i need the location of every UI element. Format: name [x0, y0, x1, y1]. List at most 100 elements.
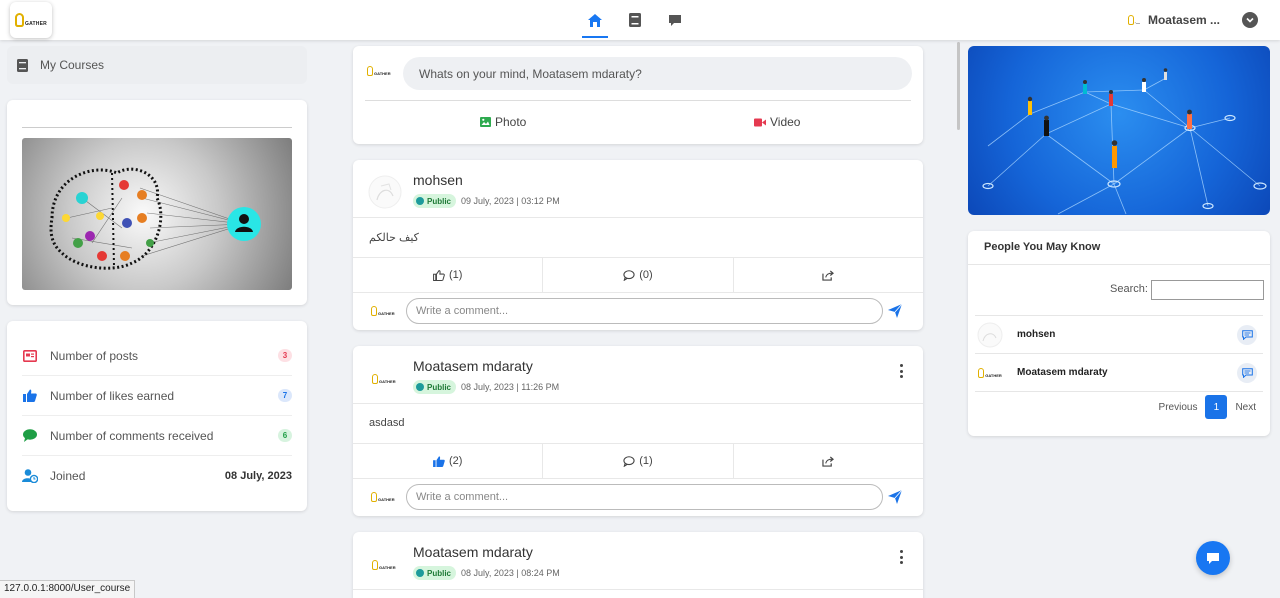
post-body: كيف حالكم	[369, 232, 419, 244]
comments-count-badge: 6	[278, 429, 292, 442]
thumbs-up-icon	[433, 455, 445, 467]
divider	[353, 217, 923, 218]
profile-cover-card	[7, 100, 307, 305]
my-courses-label: My Courses	[40, 58, 105, 72]
post-card: mohsen Public 09 July, 2023 | 03:12 PM ك…	[353, 160, 923, 330]
user-avatar: ·—	[1127, 15, 1140, 25]
photo-label: Photo	[495, 115, 527, 129]
joined-date: 08 July, 2023	[224, 470, 292, 482]
post-date: 09 July, 2023 | 03:12 PM	[461, 196, 560, 206]
message-icon[interactable]	[1237, 362, 1257, 383]
post-author[interactable]: mohsen	[413, 172, 463, 188]
composer-input[interactable]: Whats on your mind, Moatasem mdaraty?	[403, 57, 912, 90]
divider	[975, 391, 1263, 392]
comment-button[interactable]: (0)	[543, 258, 734, 292]
more-options-icon[interactable]	[897, 550, 905, 564]
visibility-badge: Public	[413, 194, 457, 208]
chevron-down-icon[interactable]	[1242, 12, 1258, 28]
post-actions: (2) (1)	[353, 444, 923, 478]
visibility-label: Public	[427, 196, 452, 206]
pagination: Previous 1 Next	[1159, 395, 1256, 419]
message-icon[interactable]	[1237, 324, 1257, 345]
newspaper-icon	[22, 348, 38, 364]
visibility-badge: Public	[413, 566, 457, 580]
nav-home[interactable]	[580, 0, 610, 40]
like-count: (1)	[448, 269, 463, 281]
divider	[968, 264, 1270, 265]
next-button[interactable]: Next	[1235, 402, 1256, 413]
user-name: Moatasem ...	[1147, 13, 1220, 27]
video-label: Video	[770, 115, 801, 129]
gather-logo: GATHER	[372, 374, 396, 384]
divider	[353, 589, 923, 590]
send-icon[interactable]	[887, 489, 903, 505]
comment-input[interactable]: Write a comment...	[406, 298, 883, 324]
comment-row: GATHER Write a comment...	[353, 479, 923, 515]
globe-icon	[416, 569, 424, 577]
author-avatar[interactable]	[367, 174, 403, 210]
share-button[interactable]	[734, 444, 923, 478]
user-clock-icon	[22, 468, 38, 484]
person-name[interactable]: mohsen	[1017, 329, 1237, 340]
gather-logo: GATHER	[372, 560, 396, 570]
stat-posts: Number of posts 3	[22, 336, 292, 376]
avatar: GATHER	[977, 360, 1003, 386]
comment-count: (0)	[639, 269, 653, 281]
my-courses-link[interactable]: My Courses	[7, 46, 307, 84]
network-brain-image	[22, 138, 292, 290]
list-item[interactable]: mohsen	[975, 315, 1263, 353]
post-composer: GATHER Whats on your mind, Moatasem mdar…	[353, 46, 923, 144]
visibility-label: Public	[427, 568, 452, 578]
post-date: 08 July, 2023 | 08:24 PM	[461, 568, 560, 578]
top-navbar: GATHER ·— Moatasem ...	[0, 0, 1280, 40]
video-button[interactable]: Video	[754, 115, 800, 129]
stat-label: Number of comments received	[50, 428, 214, 443]
user-menu[interactable]: ·— Moatasem ...	[1127, 0, 1258, 40]
chat-button[interactable]	[1196, 541, 1230, 575]
more-options-icon[interactable]	[897, 364, 905, 378]
share-button[interactable]	[734, 258, 923, 292]
list-item[interactable]: GATHER Moatasem mdaraty	[975, 353, 1263, 391]
stat-label: Number of posts	[50, 348, 139, 363]
section-title: People You May Know	[984, 241, 1101, 253]
bulb-icon	[15, 13, 25, 27]
nav-courses[interactable]	[620, 0, 650, 40]
comment-button[interactable]: (1)	[543, 444, 734, 478]
author-avatar[interactable]: GATHER	[367, 360, 403, 396]
page-1-button[interactable]: 1	[1205, 395, 1228, 419]
share-icon	[822, 455, 835, 467]
stat-label: Number of likes earned	[50, 388, 175, 403]
post-actions: (1) (0)	[353, 258, 923, 292]
chat-icon	[669, 14, 681, 26]
visibility-badge: Public	[413, 380, 457, 394]
post-meta: Public 08 July, 2023 | 11:26 PM	[413, 380, 559, 394]
comment-input[interactable]: Write a comment...	[406, 484, 883, 510]
video-icon	[754, 118, 766, 126]
send-icon[interactable]	[887, 303, 903, 319]
photo-button[interactable]: Photo	[480, 115, 526, 129]
person-name[interactable]: Moatasem mdaraty	[1017, 367, 1237, 378]
logo-text: GATHER	[25, 21, 47, 27]
visibility-label: Public	[427, 382, 452, 392]
like-button[interactable]: (1)	[353, 258, 544, 292]
image-icon	[480, 117, 491, 127]
gather-logo[interactable]: GATHER	[10, 2, 52, 38]
post-card: GATHER Moatasem mdaraty Public 08 July, …	[353, 532, 923, 598]
post-date: 08 July, 2023 | 11:26 PM	[461, 382, 560, 392]
nav-messages[interactable]	[660, 0, 690, 40]
post-author[interactable]: Moatasem mdaraty	[413, 358, 533, 374]
stat-likes: Number of likes earned 7	[22, 376, 292, 416]
scrollbar-thumb[interactable]	[957, 42, 960, 130]
divider	[365, 100, 911, 101]
posts-count-badge: 3	[278, 349, 292, 362]
commenter-avatar: GATHER	[371, 492, 395, 502]
comment-count: (1)	[639, 455, 653, 467]
post-card: GATHER Moatasem mdaraty Public 08 July, …	[353, 346, 923, 516]
like-button[interactable]: (2)	[353, 444, 544, 478]
globe-icon	[416, 383, 424, 391]
search-label: Search:	[1110, 283, 1148, 295]
author-avatar[interactable]: GATHER	[367, 546, 403, 582]
post-author[interactable]: Moatasem mdaraty	[413, 544, 533, 560]
previous-button[interactable]: Previous	[1159, 402, 1198, 413]
search-input[interactable]	[1151, 280, 1264, 300]
